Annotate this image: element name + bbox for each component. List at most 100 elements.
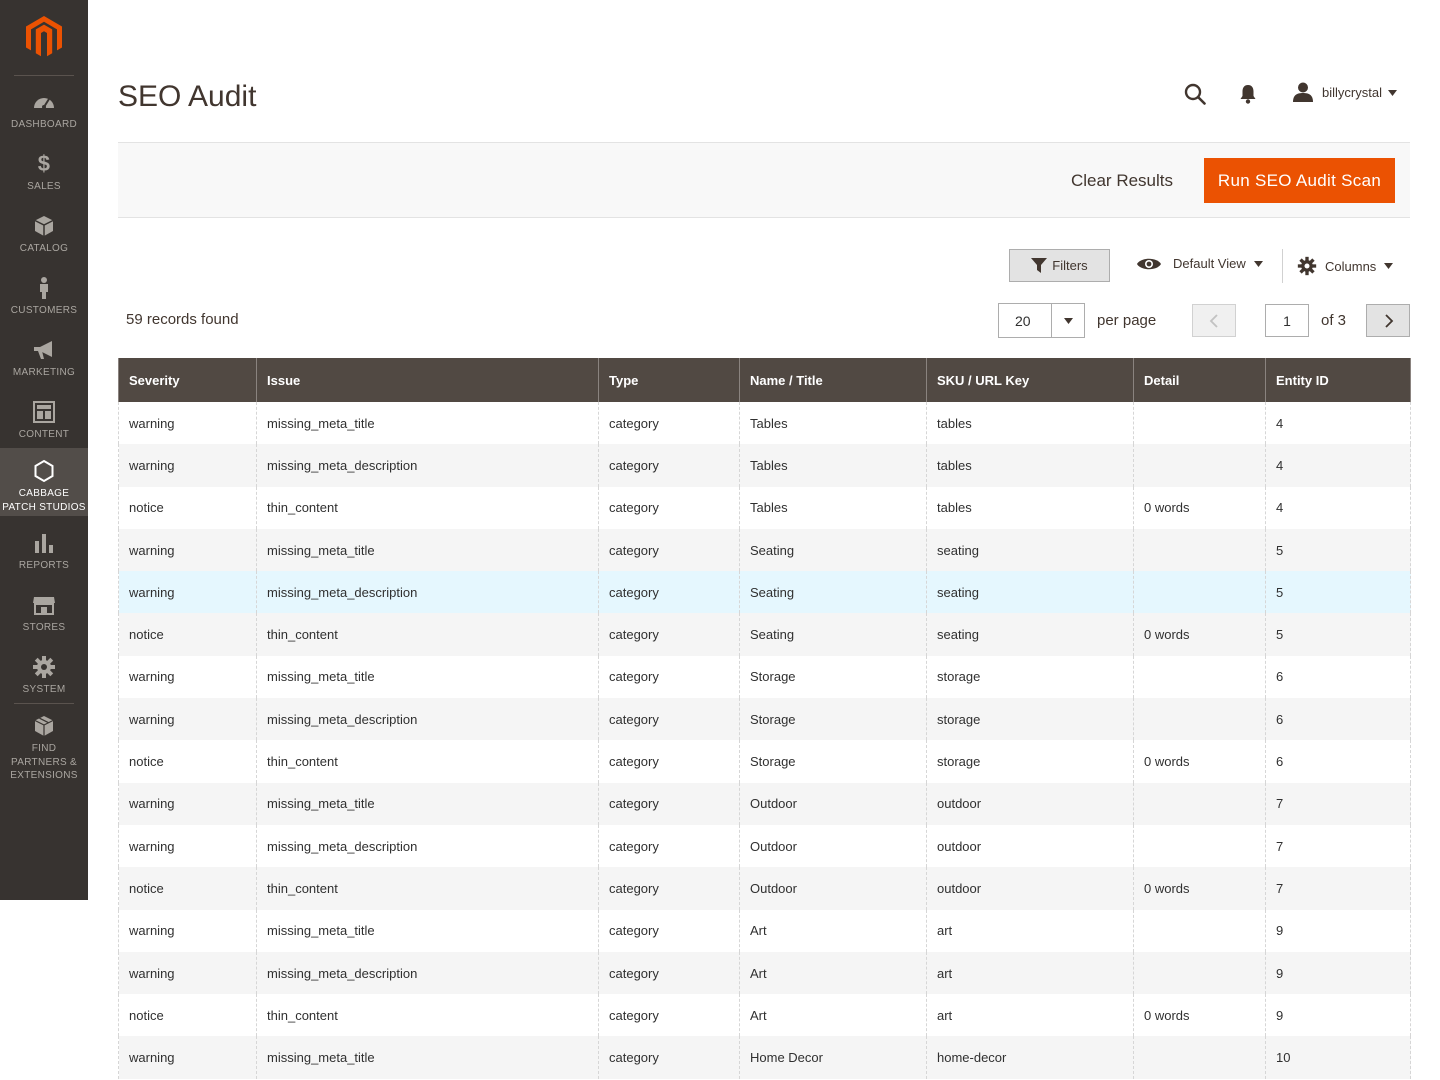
filters-button[interactable]: Filters (1009, 249, 1110, 282)
cell-sku-url-key: tables (926, 486, 1134, 529)
cell-type: category (598, 571, 740, 614)
cell-detail: 0 words (1133, 613, 1266, 656)
nav-system[interactable]: SYSTEM (0, 655, 88, 697)
chevron-down-icon (1253, 260, 1263, 267)
cell-sku-url-key: outdoor (926, 867, 1134, 910)
cell-detail (1133, 571, 1266, 614)
table-row[interactable]: warning missing_meta_title category Outdoor… (118, 782, 1411, 825)
cell-severity: warning (118, 528, 257, 572)
table-row[interactable]: warning missing_meta_description category S… (118, 571, 1411, 614)
cell-issue: missing_meta_description (256, 444, 599, 487)
per-page-toggle[interactable] (1051, 304, 1084, 337)
chevron-down-icon[interactable] (1388, 90, 1397, 96)
table-row[interactable]: warning missing_meta_description category T… (118, 444, 1411, 487)
view-switcher[interactable]: Default View (1137, 256, 1263, 271)
clear-results-button[interactable]: Clear Results (1059, 159, 1185, 203)
nav-dashboard[interactable]: DASHBOARD (0, 90, 88, 132)
table-row[interactable]: warning missing_meta_title category Home De… (118, 1036, 1411, 1079)
table-row[interactable]: notice thin_content category Tables tables 0 … (118, 486, 1411, 529)
search-icon[interactable] (1184, 83, 1206, 105)
table-row[interactable]: warning missing_meta_title category Seating… (118, 528, 1411, 572)
seo-audit-grid: Severity Issue Type Name / Title SKU / U… (118, 358, 1411, 1079)
nav-sales[interactable]: $ SALES (0, 152, 88, 194)
cell-entity-id: 9 (1265, 909, 1411, 952)
nav-content[interactable]: CONTENT (0, 400, 88, 442)
column-header-name-title[interactable]: Name / Title (739, 358, 927, 402)
per-page-select[interactable]: 20 (998, 303, 1085, 338)
cell-issue: missing_meta_description (256, 951, 599, 995)
cell-severity: warning (118, 909, 257, 952)
cell-entity-id: 7 (1265, 824, 1411, 868)
cell-entity-id: 10 (1265, 1036, 1411, 1079)
table-row[interactable]: warning missing_meta_title category Art art 9 (118, 909, 1411, 952)
table-row[interactable]: notice thin_content category Seating seating… (118, 613, 1411, 656)
cell-severity: warning (118, 402, 257, 445)
cell-entity-id: 4 (1265, 402, 1411, 445)
table-row[interactable]: notice thin_content category Outdoor outdoor… (118, 867, 1411, 910)
cell-name-title: Seating (739, 528, 927, 572)
cell-type: category (598, 486, 740, 529)
user-menu-name[interactable]: billycrystal (1322, 85, 1382, 100)
nav-stores[interactable]: STORES (0, 593, 88, 635)
cell-type: category (598, 782, 740, 825)
column-header-issue[interactable]: Issue (256, 358, 599, 402)
run-seo-audit-scan-button[interactable]: Run SEO Audit Scan (1204, 158, 1395, 203)
column-header-entity-id[interactable]: Entity ID (1265, 358, 1411, 402)
cell-name-title: Tables (739, 486, 927, 529)
cell-detail: 0 words (1133, 994, 1266, 1037)
table-row[interactable]: warning missing_meta_title category Storage… (118, 655, 1411, 699)
cell-severity: warning (118, 782, 257, 825)
cell-type: category (598, 698, 740, 741)
table-row[interactable]: warning missing_meta_description category A… (118, 951, 1411, 995)
nav-cabbage-patch-studios[interactable]: CABBAGE PATCH STUDIOS (0, 448, 88, 516)
cell-entity-id: 6 (1265, 740, 1411, 783)
magento-logo[interactable] (0, 0, 88, 76)
cell-entity-id: 6 (1265, 698, 1411, 741)
nav-reports[interactable]: REPORTS (0, 531, 88, 573)
storefront-icon (33, 597, 55, 615)
cell-type: category (598, 824, 740, 868)
cell-name-title: Art (739, 909, 927, 952)
grid-header-row: Severity Issue Type Name / Title SKU / U… (118, 358, 1411, 402)
table-row[interactable]: notice thin_content category Art art 0 words 9 (118, 994, 1411, 1037)
person-icon (40, 277, 48, 299)
chevron-left-icon (1209, 314, 1218, 328)
column-header-sku-url-key[interactable]: SKU / URL Key (926, 358, 1134, 402)
table-row[interactable]: notice thin_content category Storage storage… (118, 740, 1411, 783)
cell-sku-url-key: home-decor (926, 1036, 1134, 1079)
table-row[interactable]: warning missing_meta_description category O… (118, 824, 1411, 868)
column-header-detail[interactable]: Detail (1133, 358, 1266, 402)
cell-sku-url-key: outdoor (926, 824, 1134, 868)
cell-name-title: Home Decor (739, 1036, 927, 1079)
nav-sales-label: SALES (27, 181, 61, 192)
column-header-severity[interactable]: Severity (118, 358, 257, 402)
cell-type: category (598, 613, 740, 656)
nav-find-partners[interactable]: FIND PARTNERS & EXTENSIONS (0, 714, 88, 783)
nav-marketing[interactable]: MARKETING (0, 338, 88, 380)
cell-issue: missing_meta_title (256, 402, 599, 445)
nav-customers[interactable]: CUSTOMERS (0, 276, 88, 318)
bell-icon[interactable] (1239, 84, 1257, 104)
current-page-input[interactable] (1265, 304, 1309, 337)
table-row[interactable]: warning missing_meta_title category Tables t… (118, 402, 1411, 445)
cell-sku-url-key: seating (926, 528, 1134, 572)
next-page-button[interactable] (1366, 304, 1410, 337)
nav-cabbage-patch-studios-label: CABBAGE PATCH STUDIOS (2, 488, 86, 513)
user-avatar-icon[interactable] (1293, 82, 1313, 102)
layout-icon (33, 401, 55, 423)
columns-label: Columns (1325, 258, 1377, 274)
cell-sku-url-key: seating (926, 571, 1134, 614)
nav-catalog[interactable]: CATALOG (0, 214, 88, 256)
cell-severity: notice (118, 740, 257, 783)
column-header-type[interactable]: Type (598, 358, 740, 402)
nav-system-label: SYSTEM (22, 684, 66, 695)
table-row[interactable]: warning missing_meta_description category S… (118, 698, 1411, 741)
previous-page-button[interactable] (1192, 304, 1236, 337)
nav-content-label: CONTENT (18, 429, 70, 440)
bar-chart-icon (35, 534, 53, 553)
columns-control[interactable]: Columns (1297, 256, 1394, 276)
nav-find-partners-label: FIND PARTNERS & EXTENSIONS (10, 743, 78, 781)
cell-detail: 0 words (1133, 867, 1266, 910)
cell-issue: missing_meta_title (256, 655, 599, 699)
gear-icon (1297, 256, 1317, 276)
